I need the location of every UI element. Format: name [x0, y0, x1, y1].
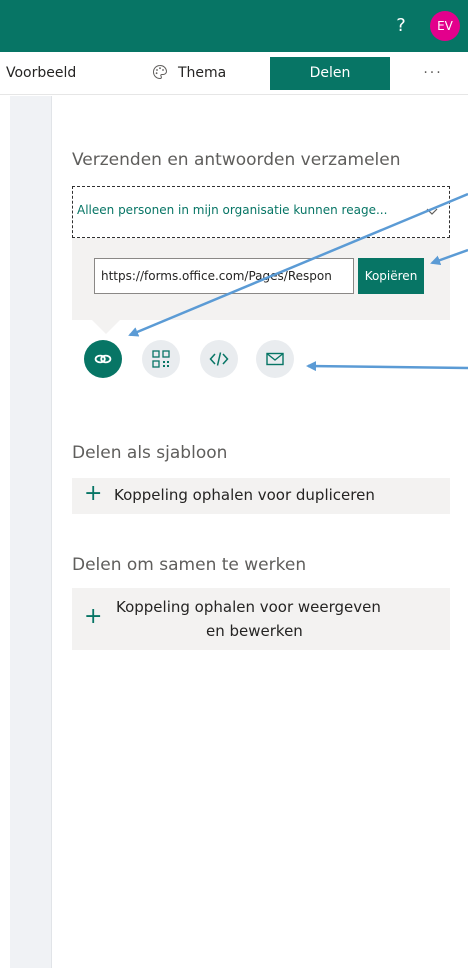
user-avatar[interactable]: EV	[430, 11, 460, 41]
template-section-title: Delen als sjabloon	[72, 443, 228, 463]
share-embed-button[interactable]	[200, 340, 238, 378]
toolbar: Voorbeeld Thema Delen ···	[0, 52, 468, 95]
more-options-button[interactable]: ···	[418, 52, 448, 95]
collaborate-section-title: Delen om samen te werken	[72, 555, 307, 575]
preview-button[interactable]: Voorbeeld	[6, 52, 76, 95]
share-box-pointer	[92, 320, 120, 334]
share-link-button[interactable]	[84, 340, 122, 378]
plus-icon: +	[84, 481, 103, 506]
collaborate-link-button[interactable]: + Koppeling ophalen voor weergeven en be…	[72, 588, 450, 650]
plus-icon: +	[84, 604, 103, 629]
chevron-down-icon	[425, 203, 439, 217]
audience-dropdown[interactable]: Alleen personen in mijn organisatie kunn…	[72, 186, 450, 238]
share-qr-button[interactable]	[142, 340, 180, 378]
share-email-button[interactable]	[256, 340, 294, 378]
embed-code-icon	[209, 352, 229, 366]
collaborate-link-label-line2: en bewerken	[206, 622, 303, 640]
theme-label: Thema	[178, 65, 227, 81]
copy-button[interactable]: Kopiëren	[358, 258, 424, 294]
forms-share-panel: ? EV Voorbeeld Thema Delen ··· Verzenden…	[0, 0, 468, 968]
arrow-to-email-button	[306, 361, 468, 372]
send-section-title: Verzenden en antwoorden verzamelen	[72, 150, 401, 170]
collaborate-link-label-line1: Koppeling ophalen voor weergeven	[116, 598, 381, 616]
palette-icon	[152, 55, 168, 80]
template-link-label: Koppeling ophalen voor dupliceren	[114, 486, 375, 504]
app-header: ? EV	[0, 0, 468, 52]
help-button[interactable]: ?	[390, 14, 412, 38]
link-icon	[94, 354, 112, 364]
left-panel	[10, 96, 52, 968]
template-link-button[interactable]: + Koppeling ophalen voor dupliceren	[72, 478, 450, 514]
qr-code-icon	[152, 350, 170, 368]
theme-button[interactable]: Thema	[152, 52, 226, 95]
email-icon	[266, 352, 284, 366]
tab-share[interactable]: Delen	[270, 57, 390, 90]
share-url-field[interactable]: https://forms.office.com/Pages/Respon	[94, 258, 354, 294]
share-link-box: https://forms.office.com/Pages/Respon Ko…	[72, 238, 450, 320]
audience-selected-value: Alleen personen in mijn organisatie kunn…	[77, 203, 388, 217]
